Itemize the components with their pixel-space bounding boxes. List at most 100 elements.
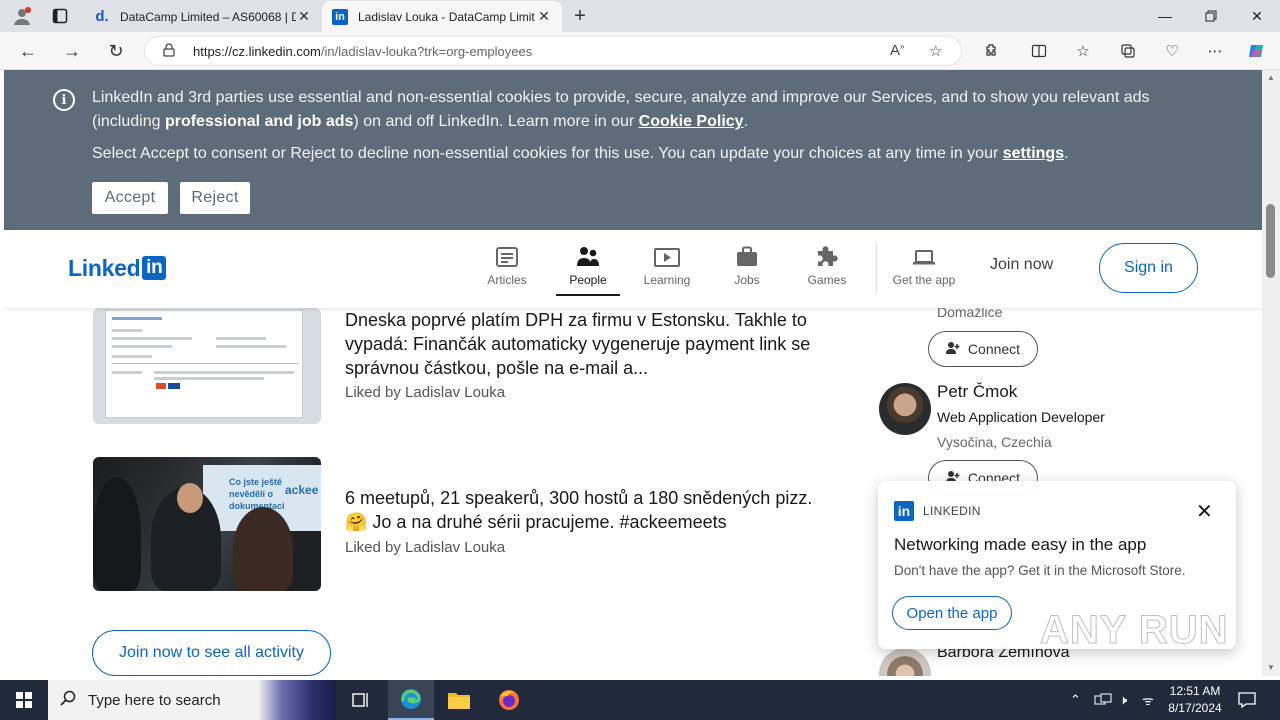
url-host: https://cz.linkedin.com <box>193 44 321 59</box>
info-icon: i <box>53 89 75 111</box>
cookie-policy-link[interactable]: Cookie Policy <box>639 113 744 130</box>
person-name[interactable]: Petr Čmok <box>937 382 1017 402</box>
person-location: Vysočina, Czechia <box>937 434 1052 450</box>
search-placeholder: Type here to search <box>88 691 221 709</box>
lock-icon[interactable] <box>163 43 175 60</box>
forward-icon[interactable]: → <box>60 39 84 63</box>
avatar[interactable] <box>879 383 931 435</box>
browser-tab-bar: d. DataCamp Limited – AS60068 | D ✕ in L… <box>0 0 1280 32</box>
nav-games[interactable]: Games <box>787 246 867 296</box>
minimize-icon[interactable]: — <box>1142 0 1188 32</box>
address-bar[interactable]: https://cz.linkedin.com/in/ladislav-louk… <box>144 36 962 66</box>
activity-liked-by: Liked by Ladislav Louka <box>345 539 506 556</box>
url-path: /in/ladislav-louka?trk=org-employees <box>320 44 533 59</box>
activity-thumbnail[interactable] <box>93 308 321 424</box>
add-person-icon <box>945 341 960 358</box>
window-close-icon[interactable]: ✕ <box>1234 0 1280 32</box>
volume-icon[interactable]: 🕨 <box>1119 680 1127 720</box>
activity-thumbnail[interactable]: Co jste ještě nevěděli o dokumentaci ack… <box>93 457 321 591</box>
favorite-star-icon[interactable]: ☆ <box>929 42 942 60</box>
nav-get-the-app[interactable]: Get the app <box>883 246 965 296</box>
popup-text: Don't have the app? Get it in the Micros… <box>894 563 1186 578</box>
nav-label: Get the app <box>892 273 956 287</box>
accept-button[interactable]: Accept <box>92 182 168 214</box>
activity-post-text[interactable]: 6 meetupů, 21 speakerů, 300 hostů a 180 … <box>345 486 825 534</box>
collections-icon[interactable] <box>1117 40 1139 62</box>
nav-label: People <box>569 273 607 287</box>
join-to-see-activity-button[interactable]: Join now to see all activity <box>92 630 331 676</box>
connect-label: Connect <box>967 341 1021 357</box>
connect-button[interactable]: Connect <box>928 331 1038 367</box>
split-screen-icon[interactable] <box>1028 40 1050 62</box>
join-now-link[interactable]: Join now <box>990 256 1053 274</box>
tab-close-icon[interactable]: ✕ <box>536 8 552 25</box>
nav-people[interactable]: People <box>556 246 620 296</box>
cookie-text: ) on and off LinkedIn. Learn more in our <box>353 113 639 130</box>
open-app-button[interactable]: Open the app <box>892 596 1012 630</box>
profile-icon[interactable] <box>10 5 34 27</box>
tab-datacamp[interactable]: d. DataCamp Limited – AS60068 | D ✕ <box>84 1 322 32</box>
nav-jobs[interactable]: Jobs <box>707 246 787 296</box>
page-viewport: i LinkedIn and 3rd parties use essential… <box>4 70 1262 676</box>
taskbar-search[interactable]: Type here to search <box>48 680 336 720</box>
person-silhouette <box>93 477 141 591</box>
cookie-text: . <box>743 113 749 130</box>
linkedin-header: Linkedin Articles People Learning Jobs <box>4 230 1262 308</box>
search-highlight-art <box>258 680 336 720</box>
page-scrollbar[interactable]: ▲ ▼ <box>1262 70 1280 676</box>
nav-label: Games <box>807 273 847 287</box>
new-tab-icon[interactable]: + <box>568 4 592 28</box>
extensions-icon[interactable] <box>980 40 1002 62</box>
input-icon[interactable]: ᯤ <box>1142 680 1154 720</box>
scrollbar-thumb[interactable] <box>1266 204 1275 278</box>
firefox-icon[interactable] <box>486 680 532 720</box>
avatar[interactable] <box>879 648 931 676</box>
person-silhouette <box>233 507 293 591</box>
puzzle-icon <box>815 246 839 270</box>
refresh-icon[interactable]: ↻ <box>104 39 128 63</box>
task-view-icon[interactable] <box>338 680 384 720</box>
scroll-up-icon[interactable]: ▲ <box>1262 70 1280 86</box>
tab-title: DataCamp Limited – AS60068 | D <box>120 9 296 24</box>
reject-button[interactable]: Reject <box>180 182 250 214</box>
briefcase-icon <box>735 246 759 270</box>
nav-articles[interactable]: Articles <box>467 246 547 296</box>
show-hidden-icons[interactable]: ⌃ <box>1070 680 1081 720</box>
linkedin-logo-icon: in <box>894 501 914 521</box>
file-explorer-icon[interactable] <box>436 680 482 720</box>
document-preview <box>105 310 303 418</box>
windows-logo-icon <box>16 692 32 708</box>
search-icon <box>60 690 76 711</box>
nav-label: Articles <box>487 273 527 287</box>
notifications-icon[interactable] <box>1238 680 1256 720</box>
screen-text: nevěděli o <box>229 489 274 499</box>
tab-linkedin[interactable]: in Ladislav Louka - DataCamp Limit ✕ <box>322 1 562 32</box>
edge-taskbar-icon[interactable] <box>388 680 434 720</box>
cookie-text: Select Accept to consent or Reject to de… <box>92 145 1003 162</box>
back-icon[interactable]: ← <box>16 39 40 63</box>
activity-post-text[interactable]: Dneska poprvé platím DPH za firmu v Esto… <box>345 308 825 380</box>
cookie-settings-link[interactable]: settings <box>1003 145 1064 162</box>
network-icon[interactable] <box>1094 680 1112 720</box>
sign-in-button[interactable]: Sign in <box>1099 243 1198 293</box>
more-menu-icon[interactable]: ⋯ <box>1204 40 1226 62</box>
read-aloud-icon[interactable]: A» <box>890 42 904 59</box>
close-icon[interactable]: ✕ <box>1196 499 1213 524</box>
taskbar-clock[interactable]: 12:51 AM 8/17/2024 <box>1163 683 1227 717</box>
restore-icon[interactable] <box>1188 0 1234 32</box>
url-text[interactable]: https://cz.linkedin.com/in/ladislav-louk… <box>193 44 532 59</box>
card-logo-icon <box>156 383 166 389</box>
cookie-text-bold: professional and job ads <box>164 113 354 130</box>
start-button[interactable] <box>0 680 48 720</box>
activity-liked-by: Liked by Ladislav Louka <box>345 384 506 401</box>
linkedin-logo[interactable]: Linked in <box>68 254 167 282</box>
favorites-icon[interactable]: ☆ <box>1072 40 1094 62</box>
tab-actions-icon[interactable] <box>48 5 72 27</box>
tab-close-icon[interactable]: ✕ <box>296 8 312 25</box>
clock-time: 12:51 AM <box>1169 684 1221 698</box>
nav-learning[interactable]: Learning <box>627 246 707 296</box>
copilot-icon[interactable] <box>1246 40 1268 62</box>
browser-essentials-icon[interactable]: ♡ <box>1161 40 1183 62</box>
scroll-down-icon[interactable]: ▼ <box>1262 660 1280 676</box>
laptop-icon <box>912 246 936 270</box>
